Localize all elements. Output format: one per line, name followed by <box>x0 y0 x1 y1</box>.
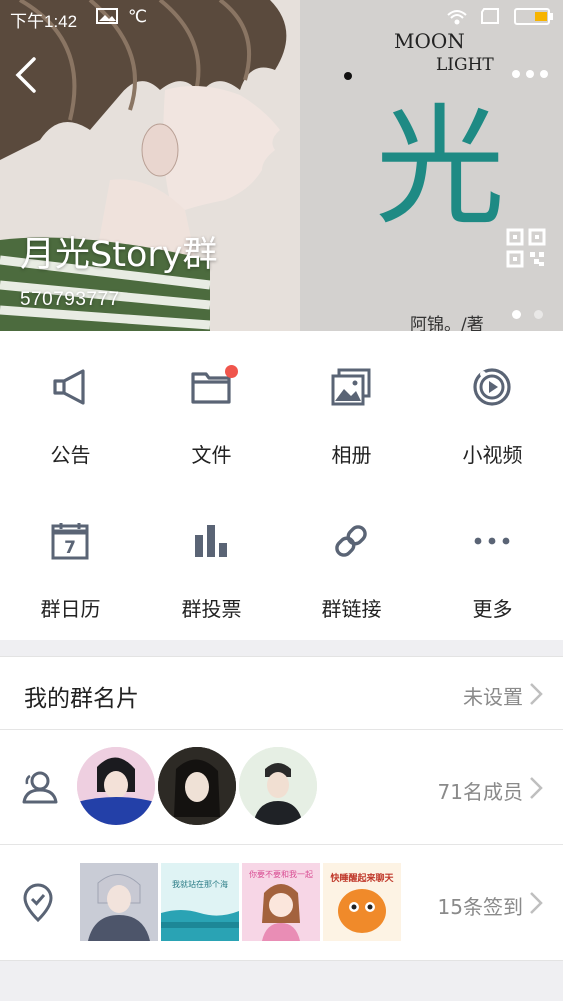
members-icon <box>22 771 58 804</box>
wifi-icon <box>446 7 468 32</box>
checkin-thumb-2[interactable]: 我就站在那个海 <box>161 863 239 941</box>
short-video-label: 小视频 <box>462 443 523 467</box>
announcement-button[interactable]: 公告 <box>0 331 141 485</box>
calendar-icon: 7 <box>51 523 89 560</box>
announcement-label: 公告 <box>50 443 91 467</box>
checkin-row[interactable]: 我就站在那个海 你要不要和我一起 快睡醒起来聊天 15条签到 <box>0 845 563 959</box>
section-divider <box>0 960 563 1001</box>
my-group-card-title: 我的群名片 <box>24 686 139 712</box>
qr-code-icon <box>506 228 546 268</box>
more-features-button[interactable]: 更多 <box>422 485 563 639</box>
group-vote-label: 群投票 <box>181 597 242 621</box>
video-icon <box>473 368 511 406</box>
checkin-thumb-3-caption: 你要不要和我一起 <box>249 870 313 879</box>
back-button[interactable] <box>10 55 44 95</box>
my-group-card-value: 未设置 <box>463 685 523 709</box>
checkin-thumb-4[interactable]: 快睡醒起来聊天 <box>323 863 401 941</box>
member-avatar-2[interactable] <box>158 747 236 825</box>
qr-code-button[interactable] <box>506 228 546 268</box>
member-count: 71名成员 <box>437 780 523 804</box>
group-vote-button[interactable]: 群投票 <box>141 485 282 639</box>
member-avatar-3[interactable] <box>239 747 317 825</box>
checkin-thumb-1[interactable] <box>80 863 158 941</box>
status-time: 下午1:42 <box>10 12 78 31</box>
group-name: 月光Story群 <box>20 235 218 275</box>
ellipsis-icon <box>512 70 548 78</box>
checkin-count: 15条签到 <box>437 895 523 919</box>
group-cover: MOON LIGHT 光 阿锦。/著 下午1:42 ℃ 月光Story群 570… <box>0 0 563 331</box>
chevron-right-icon <box>530 683 543 705</box>
svg-text:7: 7 <box>64 538 76 558</box>
checkin-thumb-4-caption: 快睡醒起来聊天 <box>330 874 394 884</box>
short-video-button[interactable]: 小视频 <box>422 331 563 485</box>
temperature-icon: ℃ <box>128 7 147 27</box>
location-pin-icon <box>23 883 53 923</box>
page-indicator <box>512 304 551 323</box>
more-features-label: 更多 <box>472 597 513 621</box>
group-link-button[interactable]: 群链接 <box>281 485 422 639</box>
members-row[interactable]: 71名成员 <box>0 730 563 844</box>
group-calendar-button[interactable]: 7 群日历 <box>0 485 141 639</box>
chevron-left-icon <box>15 57 36 93</box>
more-icon <box>474 537 510 545</box>
group-calendar-label: 群日历 <box>40 597 101 621</box>
page-dot <box>534 310 544 319</box>
album-button[interactable]: 相册 <box>281 331 422 485</box>
megaphone-icon <box>53 369 85 405</box>
files-button[interactable]: 文件 <box>141 331 282 485</box>
my-group-card-row[interactable]: 我的群名片 未设置 <box>0 657 563 729</box>
member-avatar-1[interactable] <box>77 747 155 825</box>
group-link-label: 群链接 <box>321 597 382 621</box>
sim-icon <box>480 7 502 30</box>
svg-text:光: 光 <box>375 91 505 243</box>
group-id: 570793777 <box>20 289 120 310</box>
page-dot-active <box>512 310 521 319</box>
feature-grid: 公告 文件 相册 小视频 7 群日历 群投票 群链接 更多 <box>0 331 563 641</box>
album-icon <box>331 368 371 406</box>
bar-chart-icon <box>195 525 227 557</box>
chevron-right-icon <box>530 892 543 914</box>
files-unread-badge <box>225 365 238 378</box>
temperature-text: ℃ <box>128 7 148 27</box>
svg-text:LIGHT: LIGHT <box>436 55 494 75</box>
checkin-thumb-3[interactable]: 你要不要和我一起 <box>242 863 320 941</box>
more-options-button[interactable] <box>510 64 550 84</box>
chevron-right-icon <box>530 777 543 799</box>
link-icon <box>335 525 367 557</box>
battery-icon <box>514 7 554 32</box>
checkin-thumb-2-caption: 我就站在那个海 <box>172 880 228 889</box>
svg-text:阿锦。/著: 阿锦。/著 <box>410 315 484 331</box>
cover-illustration: MOON LIGHT 光 阿锦。/著 <box>0 0 563 331</box>
image-notification-icon <box>96 7 118 30</box>
album-label: 相册 <box>331 443 372 467</box>
status-bar: 下午1:42 ℃ <box>0 0 563 34</box>
files-label: 文件 <box>191 443 232 467</box>
section-divider <box>0 640 563 657</box>
